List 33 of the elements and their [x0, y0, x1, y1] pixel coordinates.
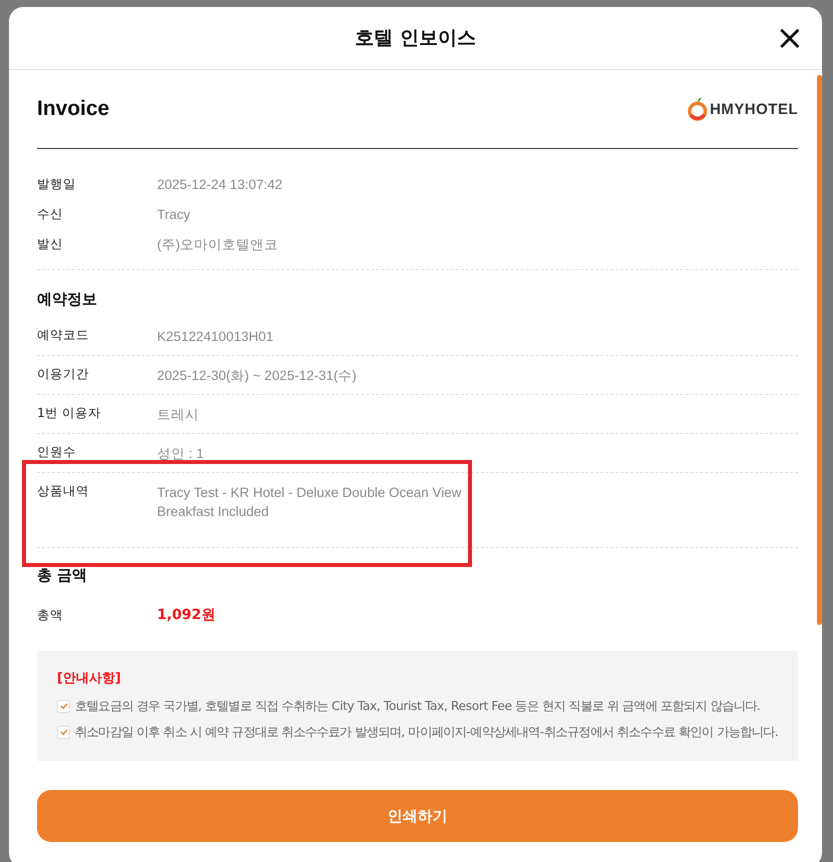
field-label: 수신: [37, 206, 64, 222]
fruit-icon: [686, 96, 708, 122]
field-label: 1번 이용자: [37, 405, 102, 422]
field-value: 성인 : 1: [157, 445, 204, 463]
field-value: 트레시: [157, 406, 199, 424]
field-value: Tracy: [157, 206, 190, 224]
section-title: 예약정보: [37, 289, 98, 310]
checkbox[interactable]: [57, 726, 70, 738]
close-button[interactable]: ×: [772, 21, 808, 55]
field-value: 2025-12-24 13:07:42: [157, 176, 282, 194]
notice-text: 취소마감일 이후 취소 시 예약 규정대로 취소수수료가 발생되며, 마이페이지-예약상세내역-취소규정에서 취소수수료 확인이 가능합니다.: [75, 724, 778, 740]
field-label: 예약코드: [37, 327, 90, 344]
section-title: 총 금액: [37, 565, 88, 586]
field-value: (주)오마이호텔앤코: [157, 236, 278, 254]
field-value: Tracy Test - KR Hotel - Deluxe Double Ocean View Breakfast Included: [157, 484, 462, 521]
checkbox[interactable]: [57, 700, 70, 712]
notice-text: 호텔요금의 경우 국가별, 호텔별로 직접 수취하는 City Tax, Tourist Tax, Resort Fee 등은 현지 직불로 위 금액에 포함되지 않습니다.: [75, 698, 760, 714]
field-label: 발행일: [37, 176, 77, 192]
invoice-heading: Invoice: [37, 97, 110, 121]
field-label: 발신: [37, 236, 64, 252]
field-label: 인원수: [37, 444, 77, 461]
logo-text: HMYHOTEL: [710, 100, 798, 118]
field-label: 상품내역: [37, 483, 90, 500]
scrollbar-thumb[interactable]: [817, 75, 822, 625]
notice-title: [안내사항]: [57, 670, 122, 687]
field-value: K25122410013H01: [157, 328, 274, 346]
total-amount: 1,092원: [157, 606, 216, 624]
check-icon: [58, 701, 68, 711]
dialog-title: 호텔 인보이스: [355, 26, 476, 51]
check-icon: [58, 727, 68, 737]
field-label: 총액: [37, 606, 64, 624]
field-value: 2025-12-30(화) ~ 2025-12-31(수): [157, 367, 356, 385]
field-label: 이용기간: [37, 366, 90, 383]
